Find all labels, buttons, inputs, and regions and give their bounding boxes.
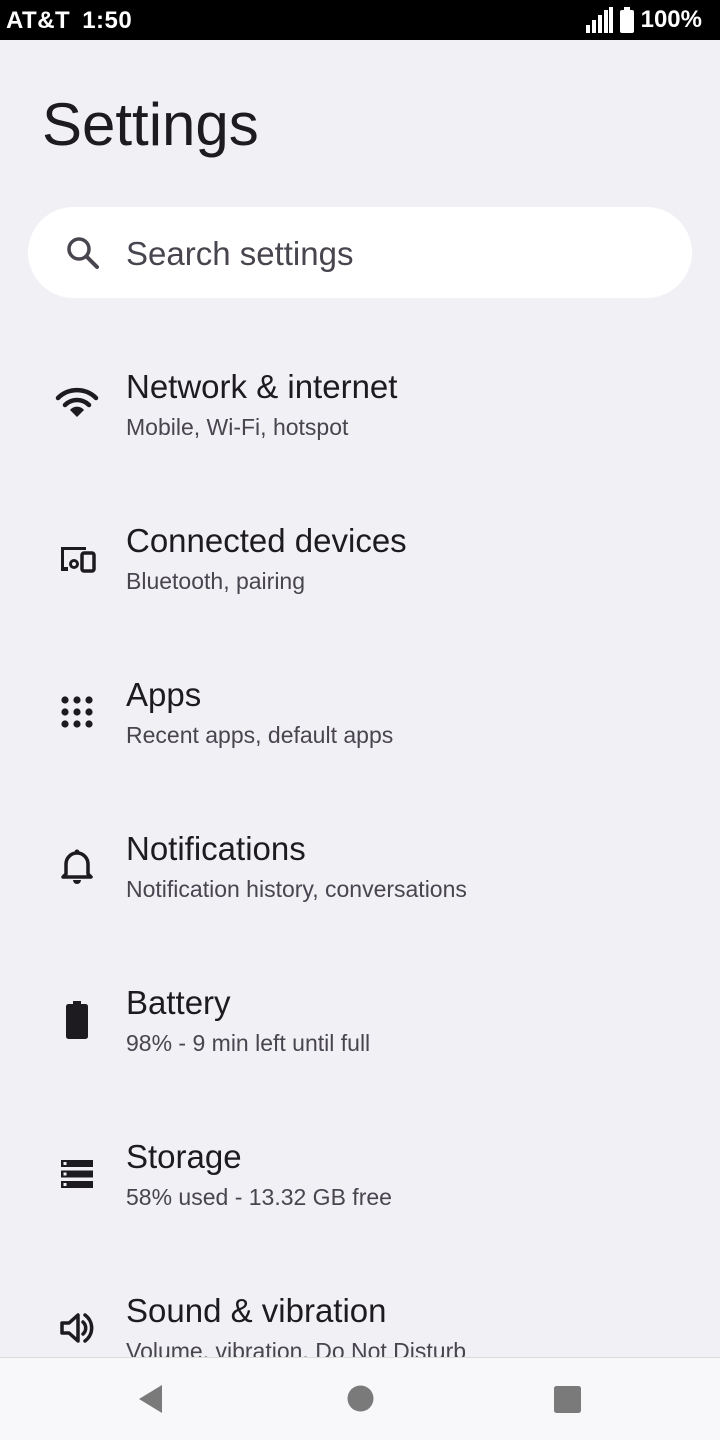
- storage-icon: [61, 1160, 93, 1188]
- navigation-bar: [0, 1357, 720, 1440]
- settings-item-network[interactable]: Network & internet Mobile, Wi-Fi, hotspo…: [0, 332, 720, 486]
- search-bar[interactable]: Search settings: [28, 207, 692, 298]
- settings-item-notifications[interactable]: Notifications Notification history, conv…: [0, 794, 720, 948]
- page-title: Settings: [42, 91, 259, 158]
- settings-item-apps[interactable]: Apps Recent apps, default apps: [0, 640, 720, 794]
- devices-icon: [61, 547, 96, 573]
- item-title: Sound & vibration: [126, 1292, 387, 1329]
- search-placeholder[interactable]: Search settings: [126, 235, 353, 273]
- clock: 1:50: [82, 7, 133, 34]
- item-subtitle: Notification history, conversations: [126, 876, 467, 902]
- signal-icon: [585, 7, 613, 33]
- recents-icon[interactable]: [554, 1386, 581, 1413]
- item-subtitle: 98% - 9 min left until full: [126, 1030, 371, 1056]
- item-subtitle: Recent apps, default apps: [126, 722, 394, 748]
- item-subtitle: 58% used - 13.32 GB free: [126, 1184, 392, 1210]
- bell-icon: [61, 849, 93, 884]
- settings-item-connected-devices[interactable]: Connected devices Bluetooth, pairing: [0, 486, 720, 640]
- wifi-icon: [55, 387, 99, 417]
- settings-item-battery[interactable]: Battery 98% - 9 min left until full: [0, 948, 720, 1102]
- battery-status-icon: [619, 7, 634, 33]
- item-title: Network & internet: [126, 368, 398, 405]
- status-left: AT&T 1:50: [6, 7, 132, 35]
- battery-icon: [66, 1001, 88, 1039]
- item-title: Battery: [126, 984, 231, 1021]
- item-title: Notifications: [126, 830, 306, 867]
- apps-grid-icon: [61, 696, 93, 728]
- home-icon[interactable]: [347, 1385, 374, 1412]
- status-bar: AT&T 1:50 100%: [0, 0, 720, 40]
- battery-percentage: 100%: [640, 6, 702, 33]
- carrier-label: AT&T: [6, 7, 71, 34]
- item-subtitle: Mobile, Wi-Fi, hotspot: [126, 414, 349, 440]
- status-right: 100%: [585, 6, 702, 34]
- speaker-icon: [60, 1313, 94, 1343]
- item-title: Apps: [126, 676, 202, 713]
- item-title: Storage: [126, 1138, 242, 1175]
- item-title: Connected devices: [126, 522, 407, 559]
- settings-item-storage[interactable]: Storage 58% used - 13.32 GB free: [0, 1102, 720, 1256]
- item-subtitle: Bluetooth, pairing: [126, 568, 306, 594]
- back-icon[interactable]: [136, 1383, 168, 1415]
- search-icon: [67, 237, 99, 269]
